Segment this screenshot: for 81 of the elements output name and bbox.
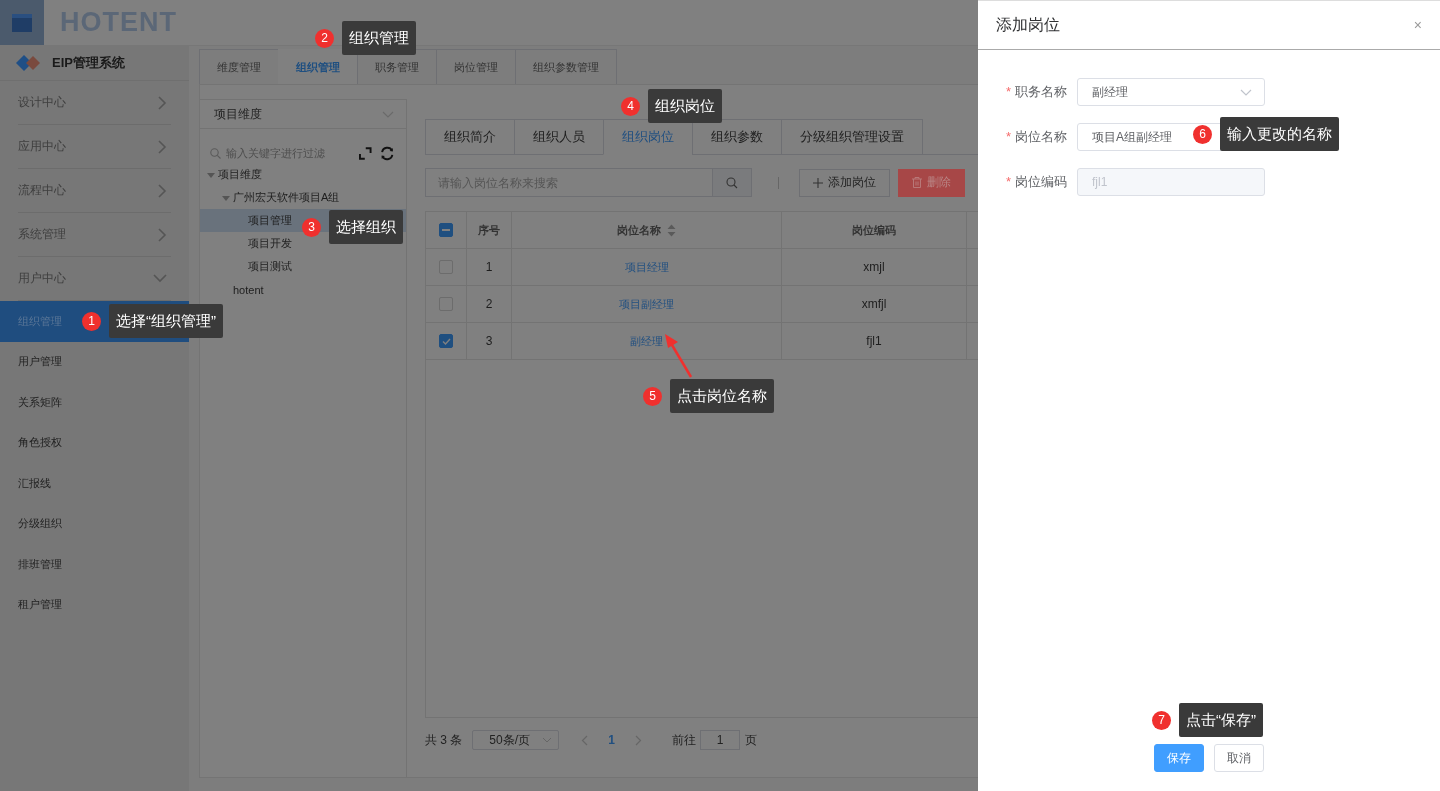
caret-down-icon[interactable] bbox=[222, 193, 230, 202]
field-label: 职务名称 bbox=[1015, 84, 1067, 99]
add-button[interactable]: 添加岗位 bbox=[799, 168, 890, 197]
dimension-select[interactable]: 项目维度 bbox=[200, 100, 406, 129]
column-header: 序号 bbox=[467, 212, 512, 248]
annotation-tooltip: 点击“保存” bbox=[1179, 703, 1263, 737]
tree-node[interactable]: 项目测试 bbox=[200, 255, 406, 278]
goto-label: 前往 bbox=[672, 731, 697, 749]
chevron-right-icon bbox=[158, 183, 167, 198]
required-mark: * bbox=[1005, 129, 1011, 144]
tree-node[interactable]: 项目维度 bbox=[200, 163, 406, 186]
trash-icon bbox=[912, 177, 922, 188]
chevron-down-icon bbox=[542, 737, 553, 743]
system-title: EIP管理系统 bbox=[52, 54, 125, 72]
table-cell: 1 bbox=[467, 249, 512, 285]
chevron-down-icon bbox=[153, 274, 167, 283]
expand-icon[interactable] bbox=[359, 146, 372, 160]
table-cell: xmfjl bbox=[782, 286, 967, 322]
tab[interactable]: 组织人员 bbox=[514, 119, 604, 155]
drawer-title: 添加岗位 bbox=[996, 14, 1060, 35]
menu-icon bbox=[12, 13, 32, 32]
annotation-tooltip: 输入更改的名称 bbox=[1220, 117, 1339, 151]
tab[interactable]: 组织参数管理 bbox=[515, 49, 617, 84]
table-cell: fjl1 bbox=[782, 323, 967, 359]
refresh-icon[interactable] bbox=[379, 145, 394, 161]
select-all-checkbox[interactable] bbox=[439, 223, 453, 237]
cancel-button[interactable]: 取消 bbox=[1214, 744, 1264, 772]
tab[interactable]: 分级组织管理设置 bbox=[781, 119, 923, 155]
tree-node[interactable]: hotent bbox=[200, 278, 406, 301]
annotation-tooltip: 组织岗位 bbox=[648, 89, 722, 123]
save-button[interactable]: 保存 bbox=[1154, 744, 1204, 772]
annotation-tooltip: 选择组织 bbox=[329, 210, 403, 244]
caret-down-icon[interactable] bbox=[207, 170, 215, 179]
close-button[interactable]: × bbox=[1413, 17, 1422, 33]
sort-icon[interactable] bbox=[667, 223, 676, 237]
minus-icon bbox=[442, 229, 450, 231]
search-button[interactable] bbox=[712, 168, 752, 197]
select-field[interactable]: 副经理 bbox=[1077, 78, 1265, 106]
total-count: 共 3 条 bbox=[425, 731, 463, 749]
field-label: 岗位名称 bbox=[1015, 129, 1067, 144]
page-size-select[interactable]: 50条/页 bbox=[472, 730, 560, 750]
sidebar-item[interactable]: 关系矩阵 bbox=[0, 382, 189, 423]
sidebar-item[interactable]: 汇报线 bbox=[0, 463, 189, 504]
tree-node[interactable]: 广州宏天软件项目A组 bbox=[200, 186, 406, 209]
search-icon bbox=[210, 147, 221, 159]
plus-icon bbox=[813, 177, 823, 188]
sidebar-item[interactable]: 用户管理 bbox=[0, 341, 189, 382]
table-cell: 2 bbox=[467, 286, 512, 322]
chevron-down-icon bbox=[1240, 88, 1252, 96]
sidebar-item[interactable]: 租户管理 bbox=[0, 584, 189, 625]
column-header: 岗位名称 bbox=[617, 222, 661, 238]
sidebar-item[interactable]: 分级组织 bbox=[0, 503, 189, 544]
position-name-link[interactable]: 副经理 bbox=[630, 333, 663, 349]
chevron-right-icon bbox=[158, 139, 167, 154]
search-icon bbox=[726, 176, 738, 189]
page-number[interactable]: 1 bbox=[608, 733, 616, 747]
sidebar-item[interactable]: 排班管理 bbox=[0, 544, 189, 585]
field-label: 岗位编码 bbox=[1015, 174, 1067, 189]
chevron-right-icon bbox=[158, 95, 167, 110]
sidebar-item[interactable]: 角色授权 bbox=[0, 422, 189, 463]
tab[interactable]: 维度管理 bbox=[199, 49, 279, 84]
required-mark: * bbox=[1005, 174, 1011, 189]
annotation-tooltip: 组织管理 bbox=[342, 21, 416, 55]
chevron-right-icon bbox=[158, 227, 167, 242]
check-icon bbox=[441, 337, 451, 345]
prev-page-icon[interactable] bbox=[581, 734, 589, 746]
tab[interactable]: 组织简介 bbox=[425, 119, 515, 155]
next-page-icon[interactable] bbox=[635, 734, 643, 746]
page-input[interactable]: 1 bbox=[700, 730, 741, 750]
menu-button[interactable] bbox=[0, 0, 44, 45]
table-cell: 3 bbox=[467, 323, 512, 359]
column-header: 岗位编码 bbox=[782, 212, 967, 248]
diamond-logo-icon bbox=[16, 55, 42, 71]
row-checkbox[interactable] bbox=[439, 334, 453, 348]
annotation-tooltip: 点击岗位名称 bbox=[670, 379, 774, 413]
table-cell: xmjl bbox=[782, 249, 967, 285]
annotation-tooltip: 选择“组织管理” bbox=[109, 304, 223, 338]
page-unit: 页 bbox=[745, 731, 758, 749]
position-name-link[interactable]: 项目副经理 bbox=[619, 296, 674, 312]
required-mark: * bbox=[1005, 84, 1011, 99]
position-name-link[interactable]: 项目经理 bbox=[624, 259, 669, 275]
